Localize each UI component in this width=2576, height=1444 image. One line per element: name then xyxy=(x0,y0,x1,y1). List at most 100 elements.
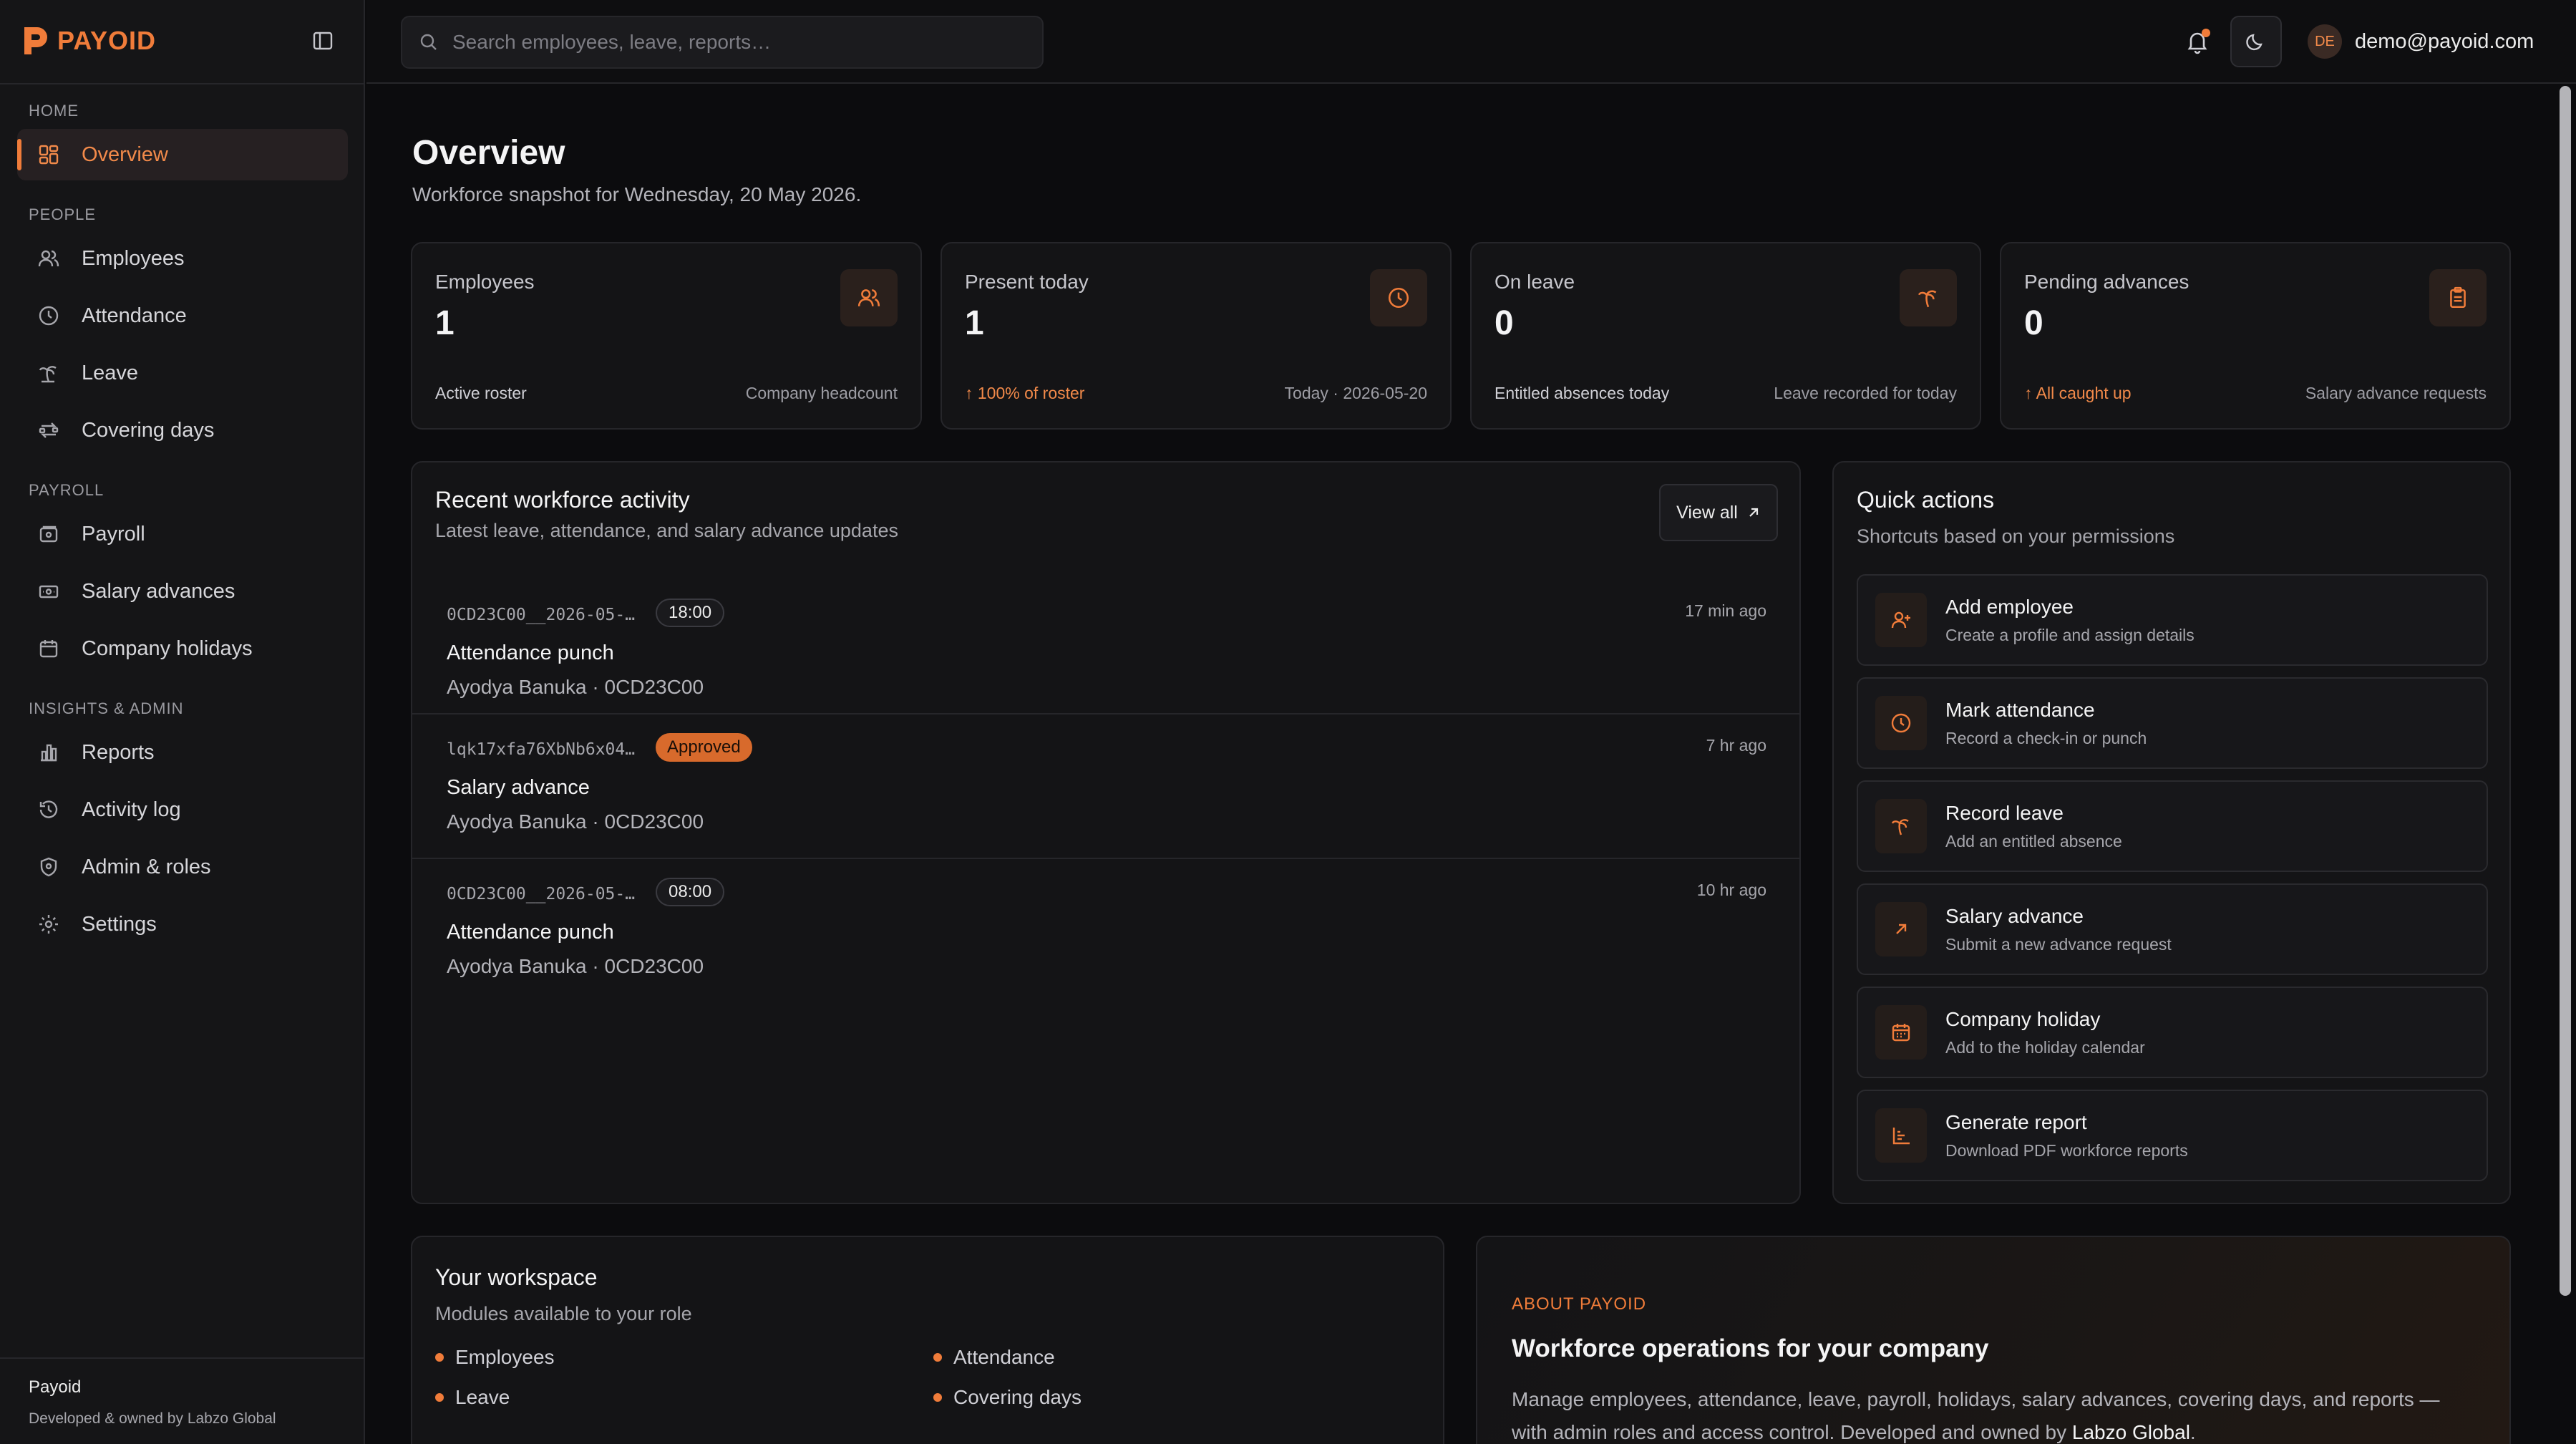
quick-action-generate-report[interactable]: Generate report Download PDF workforce r… xyxy=(1857,1090,2488,1181)
user-menu[interactable]: DE demo@payoid.com xyxy=(2308,24,2534,59)
footer-subtitle: Developed & owned by Labzo Global xyxy=(29,1410,276,1427)
stat-value: 0 xyxy=(1494,304,1514,342)
activity-time: 10 hr ago xyxy=(1696,881,1766,899)
brand-logo[interactable]: PAYOID xyxy=(21,23,156,59)
page-subtitle: Workforce snapshot for Wednesday, 20 May… xyxy=(412,183,862,205)
stat-label: Present today xyxy=(965,271,1089,293)
stat-card-on-leave[interactable]: On leave 0 Entitled absences today Leave… xyxy=(1470,242,1981,430)
quick-action-subtitle: Add an entitled absence xyxy=(1945,832,2122,851)
view-all-button[interactable]: View all xyxy=(1659,484,1778,541)
stat-label: Employees xyxy=(435,271,535,293)
avatar: DE xyxy=(2308,24,2342,59)
quick-action-subtitle: Create a profile and assign details xyxy=(1945,626,2195,644)
stat-card-employees[interactable]: Employees 1 Active roster Company headco… xyxy=(411,242,922,430)
activity-item[interactable]: 0CD23C00__2026-05-… 18:00 Attendance pun… xyxy=(412,580,1801,723)
bar-chart-icon xyxy=(41,744,57,762)
nav-section-insights: INSIGHTS & ADMIN xyxy=(29,699,184,717)
workspace-title: Your workspace xyxy=(435,1264,598,1290)
quick-action-mark-attendance[interactable]: Mark attendance Record a check-in or pun… xyxy=(1857,677,2488,769)
history-icon xyxy=(39,800,58,818)
nav-section-payroll: PAYROLL xyxy=(29,481,105,499)
stat-caption: Company headcount xyxy=(745,384,898,402)
sidebar-item-label: Covering days xyxy=(82,418,215,442)
notifications-button[interactable] xyxy=(2183,27,2212,56)
quick-action-salary-advance[interactable]: Salary advance Submit a new advance requ… xyxy=(1857,883,2488,975)
palm-tree-icon xyxy=(39,366,57,383)
activity-person: Ayodya Banuka · 0CD23C00 xyxy=(447,676,704,698)
clipboard-icon xyxy=(2429,269,2487,326)
sidebar-item-admin-roles[interactable]: Admin & roles xyxy=(17,841,348,893)
owner-link[interactable]: Labzo Global xyxy=(2072,1421,2190,1443)
quick-action-add-employee[interactable]: Add employee Create a profile and assign… xyxy=(1857,574,2488,666)
activity-id: 0CD23C00__2026-05-… xyxy=(447,606,636,624)
footer-title: Payoid xyxy=(29,1377,82,1397)
calendar-icon xyxy=(1875,1005,1927,1060)
sidebar-divider xyxy=(0,83,365,84)
quick-action-record-leave[interactable]: Record leave Add an entitled absence xyxy=(1857,780,2488,872)
activity-item[interactable]: 0CD23C00__2026-05-… 08:00 Attendance pun… xyxy=(412,858,1801,1001)
sidebar-item-reports[interactable]: Reports xyxy=(17,727,348,778)
quick-action-company-holiday[interactable]: Company holiday Add to the holiday calen… xyxy=(1857,987,2488,1078)
activity-title: Attendance punch xyxy=(447,921,614,944)
gear-icon xyxy=(39,915,58,934)
sidebar-item-label: Overview xyxy=(82,142,168,166)
clock-icon xyxy=(1875,696,1927,750)
users-icon xyxy=(840,269,898,326)
sidebar-item-activity-log[interactable]: Activity log xyxy=(17,784,348,835)
about-text: Manage employees, attendance, leave, pay… xyxy=(1512,1383,2471,1444)
sidebar-item-label: Company holidays xyxy=(82,636,253,660)
sidebar-item-leave[interactable]: Leave xyxy=(17,347,348,399)
workspace-module: Attendance xyxy=(933,1346,1055,1369)
stat-footnote: ↑ 100% of roster xyxy=(965,384,1085,402)
wallet-icon xyxy=(39,525,58,543)
search-icon xyxy=(420,34,437,50)
sidebar-item-employees[interactable]: Employees xyxy=(17,233,348,284)
sidebar-item-label: Employees xyxy=(82,246,185,270)
workspace-module: Leave xyxy=(435,1386,510,1409)
about-body: Manage employees, attendance, leave, pay… xyxy=(1512,1388,2440,1443)
stat-caption: Salary advance requests xyxy=(2305,384,2487,402)
quick-action-subtitle: Submit a new advance request xyxy=(1945,935,2172,954)
quick-action-title: Company holiday xyxy=(1945,1008,2101,1030)
nav-section-home: HOME xyxy=(29,102,79,120)
about-title: Workforce operations for your company xyxy=(1512,1334,1989,1362)
view-all-label: View all xyxy=(1676,502,1738,523)
activity-item[interactable]: lqk17xfa76XbNb6x04… Approved Salary adva… xyxy=(412,713,1801,856)
sidebar-item-label: Attendance xyxy=(82,304,187,327)
workspace-module: Covering days xyxy=(933,1386,1082,1409)
arrow-up-right-icon xyxy=(1875,902,1927,956)
users-icon xyxy=(38,250,59,267)
search-input[interactable] xyxy=(452,31,1011,54)
sidebar-item-overview[interactable]: Overview xyxy=(17,129,348,180)
stat-footnote: Active roster xyxy=(435,384,527,402)
sidebar-footer: Payoid Developed & owned by Labzo Global xyxy=(0,1357,365,1444)
quick-actions-panel: Quick actions Shortcuts based on your pe… xyxy=(1832,461,2511,1204)
quick-actions-subtitle: Shortcuts based on your permissions xyxy=(1857,525,2175,547)
scrollbar[interactable] xyxy=(2560,86,2571,1296)
search-bar[interactable] xyxy=(401,16,1044,69)
activity-time: 7 hr ago xyxy=(1706,736,1766,755)
quick-action-title: Mark attendance xyxy=(1945,699,2095,721)
sidebar-item-company-holidays[interactable]: Company holidays xyxy=(17,623,348,674)
quick-action-subtitle: Record a check-in or punch xyxy=(1945,729,2147,747)
activity-person: Ayodya Banuka · 0CD23C00 xyxy=(447,810,704,833)
quick-action-title: Add employee xyxy=(1945,596,2074,618)
sidebar-item-payroll[interactable]: Payroll xyxy=(17,508,348,560)
swap-icon xyxy=(39,422,59,438)
stat-card-present-today[interactable]: Present today 1 ↑ 100% of roster Today ·… xyxy=(941,242,1452,430)
recent-activity-panel: Recent workforce activity Latest leave, … xyxy=(411,461,1801,1204)
stat-card-pending-advances[interactable]: Pending advances 0 ↑ All caught up Salar… xyxy=(2000,242,2511,430)
sidebar-item-covering-days[interactable]: Covering days xyxy=(17,404,348,456)
notification-dot xyxy=(2202,29,2210,37)
chart-icon xyxy=(1875,1108,1927,1163)
theme-toggle-button[interactable] xyxy=(2230,16,2282,67)
sidebar-item-attendance[interactable]: Attendance xyxy=(17,290,348,341)
sidebar-panel-icon xyxy=(313,32,333,50)
activity-subtitle: Latest leave, attendance, and salary adv… xyxy=(435,520,898,541)
activity-title: Recent workforce activity xyxy=(435,487,690,513)
sidebar-item-label: Settings xyxy=(82,912,157,936)
sidebar-item-salary-advances[interactable]: Salary advances xyxy=(17,566,348,617)
sidebar: PAYOID HOME Overview PEOPLE Employees At… xyxy=(0,0,365,1444)
sidebar-item-settings[interactable]: Settings xyxy=(17,898,348,950)
sidebar-toggle-button[interactable] xyxy=(312,30,334,52)
